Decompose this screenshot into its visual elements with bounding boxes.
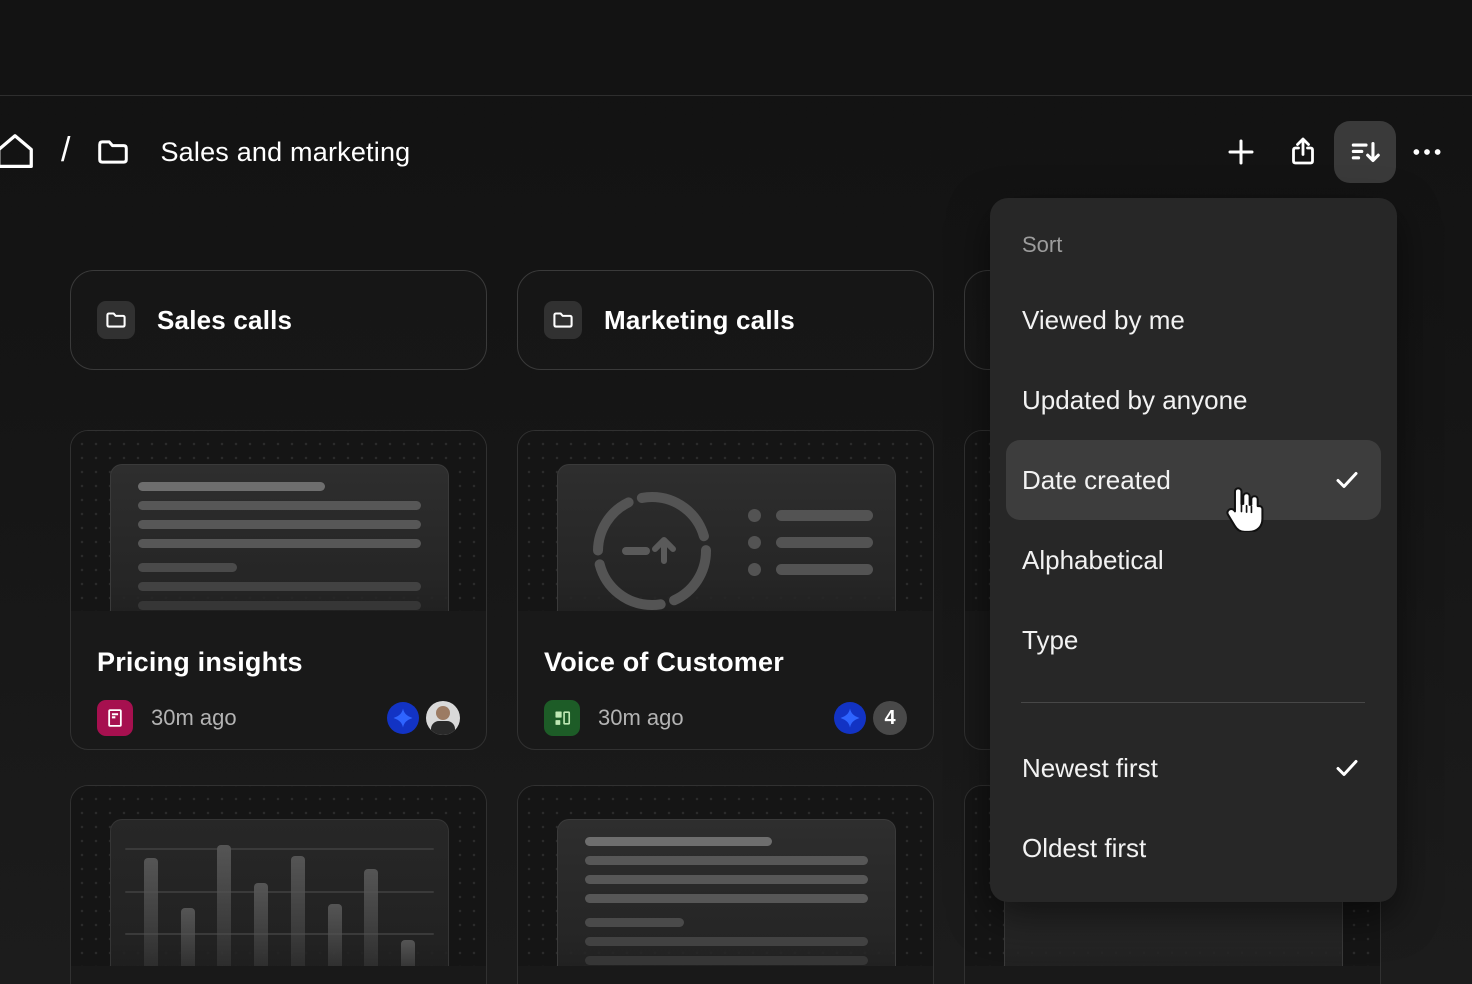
- chart-preview-thumbnail: [71, 786, 486, 966]
- folder-icon: [97, 301, 135, 339]
- folder-icon: [544, 301, 582, 339]
- bar-chart-graphic: [144, 838, 415, 966]
- share-button[interactable]: [1272, 121, 1334, 183]
- timestamp: 30m ago: [151, 705, 237, 731]
- dash-sparkle-icon: [834, 702, 866, 734]
- board-icon: [544, 700, 580, 736]
- menu-item-label: Alphabetical: [1022, 545, 1164, 576]
- menu-item-label: Date created: [1022, 465, 1171, 496]
- share-icon: [1287, 136, 1319, 168]
- sort-icon: [1348, 135, 1382, 169]
- menu-item-label: Oldest first: [1022, 833, 1146, 864]
- menu-item-label: Viewed by me: [1022, 305, 1185, 336]
- folder-chip-label: Marketing calls: [604, 305, 795, 336]
- folder-icon: [96, 135, 130, 169]
- menu-item-updated-by-anyone[interactable]: Updated by anyone: [1006, 360, 1381, 440]
- menu-item-newest-first[interactable]: Newest first: [1006, 728, 1381, 808]
- collaborator-count-badge: 4: [873, 701, 907, 735]
- menu-item-viewed-by-me[interactable]: Viewed by me: [1006, 280, 1381, 360]
- list-skeleton-graphic: [748, 509, 873, 576]
- menu-item-label: Newest first: [1022, 753, 1158, 784]
- menu-item-alphabetical[interactable]: Alphabetical: [1006, 520, 1381, 600]
- card-document[interactable]: [517, 785, 934, 984]
- sort-menu-heading: Sort: [1006, 232, 1381, 260]
- header-actions: [1210, 121, 1458, 183]
- check-icon: [1333, 754, 1361, 782]
- breadcrumb-bar: / Sales and marketing: [0, 97, 1472, 207]
- menu-item-type[interactable]: Type: [1006, 600, 1381, 680]
- card-bar-chart[interactable]: [70, 785, 487, 984]
- card-title: Voice of Customer: [544, 647, 907, 678]
- card-title: Pricing insights: [97, 647, 460, 678]
- card-pricing-insights[interactable]: Pricing insights 30m ago: [70, 430, 487, 750]
- dash-sparkle-icon: [387, 702, 419, 734]
- folder-chip-sales-calls[interactable]: Sales calls: [70, 270, 487, 370]
- timestamp: 30m ago: [598, 705, 684, 731]
- more-button[interactable]: [1396, 121, 1458, 183]
- board-preview-thumbnail: [518, 431, 933, 611]
- breadcrumb: / Sales and marketing: [0, 132, 410, 172]
- top-strip: [0, 0, 1472, 96]
- menu-item-date-created[interactable]: Date created: [1006, 440, 1381, 520]
- sort-button[interactable]: [1334, 121, 1396, 183]
- create-button[interactable]: [1210, 121, 1272, 183]
- doc-preview-thumbnail: [71, 431, 486, 611]
- home-icon[interactable]: [0, 132, 35, 172]
- plus-icon: [1225, 136, 1257, 168]
- sort-menu: Sort Viewed by me Updated by anyone Date…: [990, 198, 1397, 902]
- ellipsis-icon: [1410, 135, 1444, 169]
- menu-item-label: Updated by anyone: [1022, 385, 1248, 416]
- folder-chip-label: Sales calls: [157, 305, 292, 336]
- card-voice-of-customer[interactable]: Voice of Customer 30m ago 4: [517, 430, 934, 750]
- avatar: [426, 701, 460, 735]
- check-icon: [1333, 466, 1361, 494]
- paper-doc-icon: [97, 700, 133, 736]
- doc-preview-thumbnail: [518, 786, 933, 966]
- progress-circle-graphic: [590, 489, 715, 611]
- breadcrumb-separator: /: [61, 131, 70, 170]
- menu-divider: [1021, 702, 1365, 703]
- menu-item-label: Type: [1022, 625, 1078, 656]
- menu-item-oldest-first[interactable]: Oldest first: [1006, 808, 1381, 888]
- page-title: Sales and marketing: [160, 137, 410, 168]
- folder-chip-marketing-calls[interactable]: Marketing calls: [517, 270, 934, 370]
